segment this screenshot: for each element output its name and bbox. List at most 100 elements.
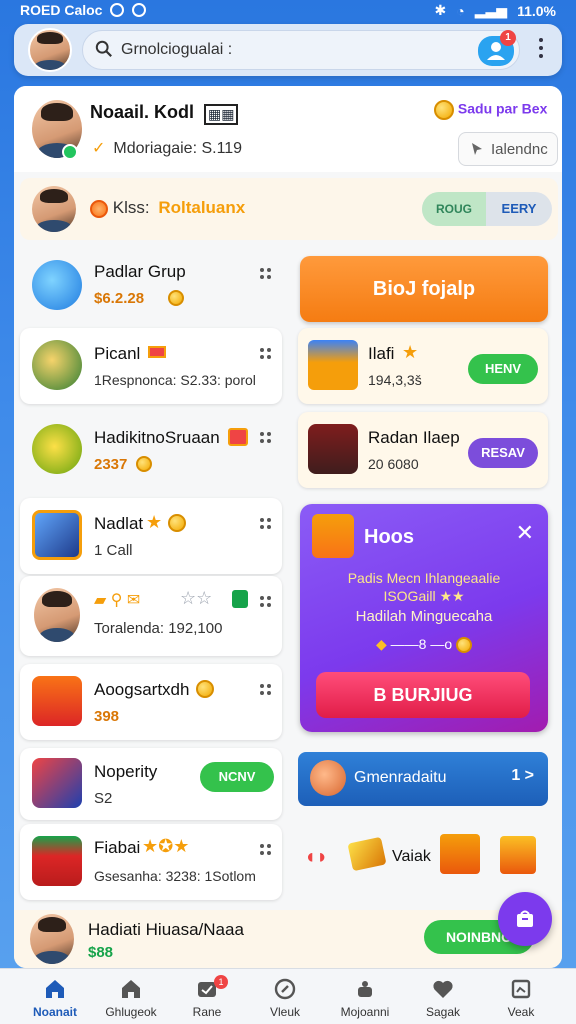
nav-item-discover[interactable]: Vleuk <box>244 973 326 1023</box>
flag-icon <box>148 346 166 358</box>
rewards-label: Sadu par Bex <box>457 100 548 117</box>
item-value: $6.2.28 <box>94 290 145 307</box>
drag-handle-icon[interactable] <box>260 684 272 696</box>
profile-card: Noaail. Kodl ▦▦ Mdoriagaie: S.119 Sadu p… <box>14 86 562 172</box>
reward-card[interactable]: Ilafi ★ 194,3,3š HENV <box>298 328 548 404</box>
list-item[interactable]: HadikitnoSruaan 2337 <box>20 412 282 488</box>
list-item[interactable]: Picanl 1Respnonca: S2.33: porol <box>20 328 282 404</box>
item-title: Picanl <box>94 344 141 363</box>
promo-reward-text: ——8 —o <box>390 636 453 652</box>
item-title: Fiabai <box>94 838 141 857</box>
close-icon[interactable]: ✕ <box>516 520 534 546</box>
coin-icon <box>136 456 152 472</box>
list-item[interactable]: Noperity S2 NCNV <box>20 748 282 820</box>
list-item[interactable]: Nadlat ★ 1 Саll <box>20 498 282 574</box>
bluetooth-icon: ✱ <box>434 2 447 18</box>
diamond-icon: ◆ <box>375 636 387 652</box>
reward-card[interactable]: Radan Ilaep 20 6080 RESAV <box>298 412 548 488</box>
member-avatar <box>34 588 80 642</box>
rating-stars-icon: ☆☆ <box>180 588 213 608</box>
reward-action-button[interactable]: RESAV <box>468 438 538 468</box>
item-title: Aoogsartхdh <box>94 680 190 699</box>
drag-handle-icon[interactable] <box>260 596 272 608</box>
drag-handle-icon[interactable] <box>260 844 272 856</box>
list-item[interactable]: ▰ ⚲ ✉ ☆☆ Toralenda: 192,100 <box>20 576 282 656</box>
shop-icon <box>517 910 533 927</box>
star-icon: ★ <box>402 342 419 362</box>
rewards-link[interactable]: Sadu par Bex <box>434 100 547 120</box>
nav-item-favorites[interactable]: Sagak <box>402 973 484 1023</box>
compass-icon <box>274 978 296 1000</box>
segment-option-b[interactable]: EERY <box>486 192 552 226</box>
item-value: 1 Саll <box>94 542 133 559</box>
suitcase-icon <box>308 424 358 474</box>
item-title: Noperity <box>94 762 158 781</box>
gift-icon <box>440 834 480 874</box>
primary-action-button[interactable]: BioJ fojalp <box>300 256 548 322</box>
profile-subtitle: Mdoriagaie: S.119 <box>92 138 242 158</box>
list-item[interactable]: Fiabai ★✪★ Gsesanha: 3238: 1Sotlom <box>20 824 282 900</box>
list-item[interactable]: Padlar Grup $6.2.28 <box>20 248 282 320</box>
group-label-accent: Roltaluanx <box>158 198 246 217</box>
search-input[interactable]: Grnolciogualai : <box>82 30 520 70</box>
group-avatar[interactable] <box>32 186 76 232</box>
wifi-icon: ◔ <box>456 2 465 19</box>
gift-icon <box>500 836 536 874</box>
coin-icon <box>168 514 186 532</box>
nav-item-home[interactable]: Noanait <box>14 973 96 1023</box>
gift-icon <box>312 514 354 558</box>
stars-icon: ★✪★ <box>142 836 190 856</box>
leaderboard-button[interactable]: Ialendnc <box>458 132 558 166</box>
list-item[interactable]: Aoogsartхdh 398 <box>20 664 282 740</box>
drag-handle-icon[interactable] <box>260 268 272 280</box>
gold-bar-icon <box>347 836 387 872</box>
group-row[interactable]: Hadiatі Hiuasa/Naaa $88 NOINBNO <box>14 910 562 968</box>
nav-label: Noanait <box>32 1005 77 1019</box>
pointer-icon <box>472 143 482 155</box>
floating-action-button[interactable] <box>498 892 552 946</box>
nav-label: Ghlugeok <box>105 1005 157 1019</box>
target-icon <box>32 424 82 474</box>
nav-label: Sagak <box>425 1005 461 1019</box>
item-value: 398 <box>94 708 120 725</box>
segment-control: ROUG EERY <box>422 192 552 226</box>
reward-value: 20 6080 <box>368 456 419 472</box>
promo-line: Hadilah Minguecaha <box>355 608 493 625</box>
level-badge-icon: ▦▦ <box>204 104 239 125</box>
nav-label: Mojoanni <box>340 1005 390 1019</box>
wand-icon <box>32 510 82 560</box>
reward-title: Radan Ilaep <box>368 428 460 447</box>
globe-icon <box>32 260 82 310</box>
drag-handle-icon[interactable] <box>260 348 272 360</box>
battery-label: 11.0% <box>517 2 556 19</box>
notification-badge: 1 <box>500 30 516 46</box>
strip-label: Vaiak <box>392 848 431 865</box>
promo-line: ISOGaill ★★ <box>383 588 465 604</box>
home-icon <box>46 980 64 998</box>
drag-handle-icon[interactable] <box>260 518 272 530</box>
nav-item-messages[interactable]: 1 Rane <box>166 973 248 1023</box>
nav-item-profile[interactable]: Veak <box>480 973 562 1023</box>
group-bar: Klss: Roltaluanx ROUG EERY <box>20 178 558 240</box>
signal-icon: ▂▃▅ <box>474 2 508 18</box>
more-menu-icon[interactable] <box>538 38 544 60</box>
bottom-nav: Noanait Ghlugeok 1 Rane Vleuk Mojoanni S… <box>0 968 576 1024</box>
banner-chevron: 1 > <box>511 767 534 784</box>
heart-icon <box>433 980 453 998</box>
nav-item-games[interactable]: Mojoanni <box>324 973 406 1023</box>
shield-icon <box>132 3 147 17</box>
item-value: Gsesanha: 3238: 1Sotlom <box>94 868 256 884</box>
nav-item-explore[interactable]: Ghlugeok <box>90 973 172 1023</box>
promo-claim-button[interactable]: В BURJIUG <box>316 672 530 718</box>
reward-action-button[interactable]: HENV <box>468 354 538 384</box>
notification-button[interactable]: 1 <box>478 30 516 66</box>
rewards-strip: ◖◗ Vaiak <box>300 826 550 886</box>
banner-link[interactable]: Gmenradaitu 1 > <box>298 752 548 806</box>
group-row-value: $88 <box>88 944 114 961</box>
coin-icon <box>434 100 454 120</box>
view-button[interactable]: NCNV <box>200 762 274 792</box>
drag-handle-icon[interactable] <box>260 432 272 444</box>
search-placeholder: Grnolciogualai : <box>121 41 233 58</box>
segment-option-a[interactable]: ROUG <box>422 192 486 226</box>
user-avatar[interactable] <box>28 28 72 72</box>
